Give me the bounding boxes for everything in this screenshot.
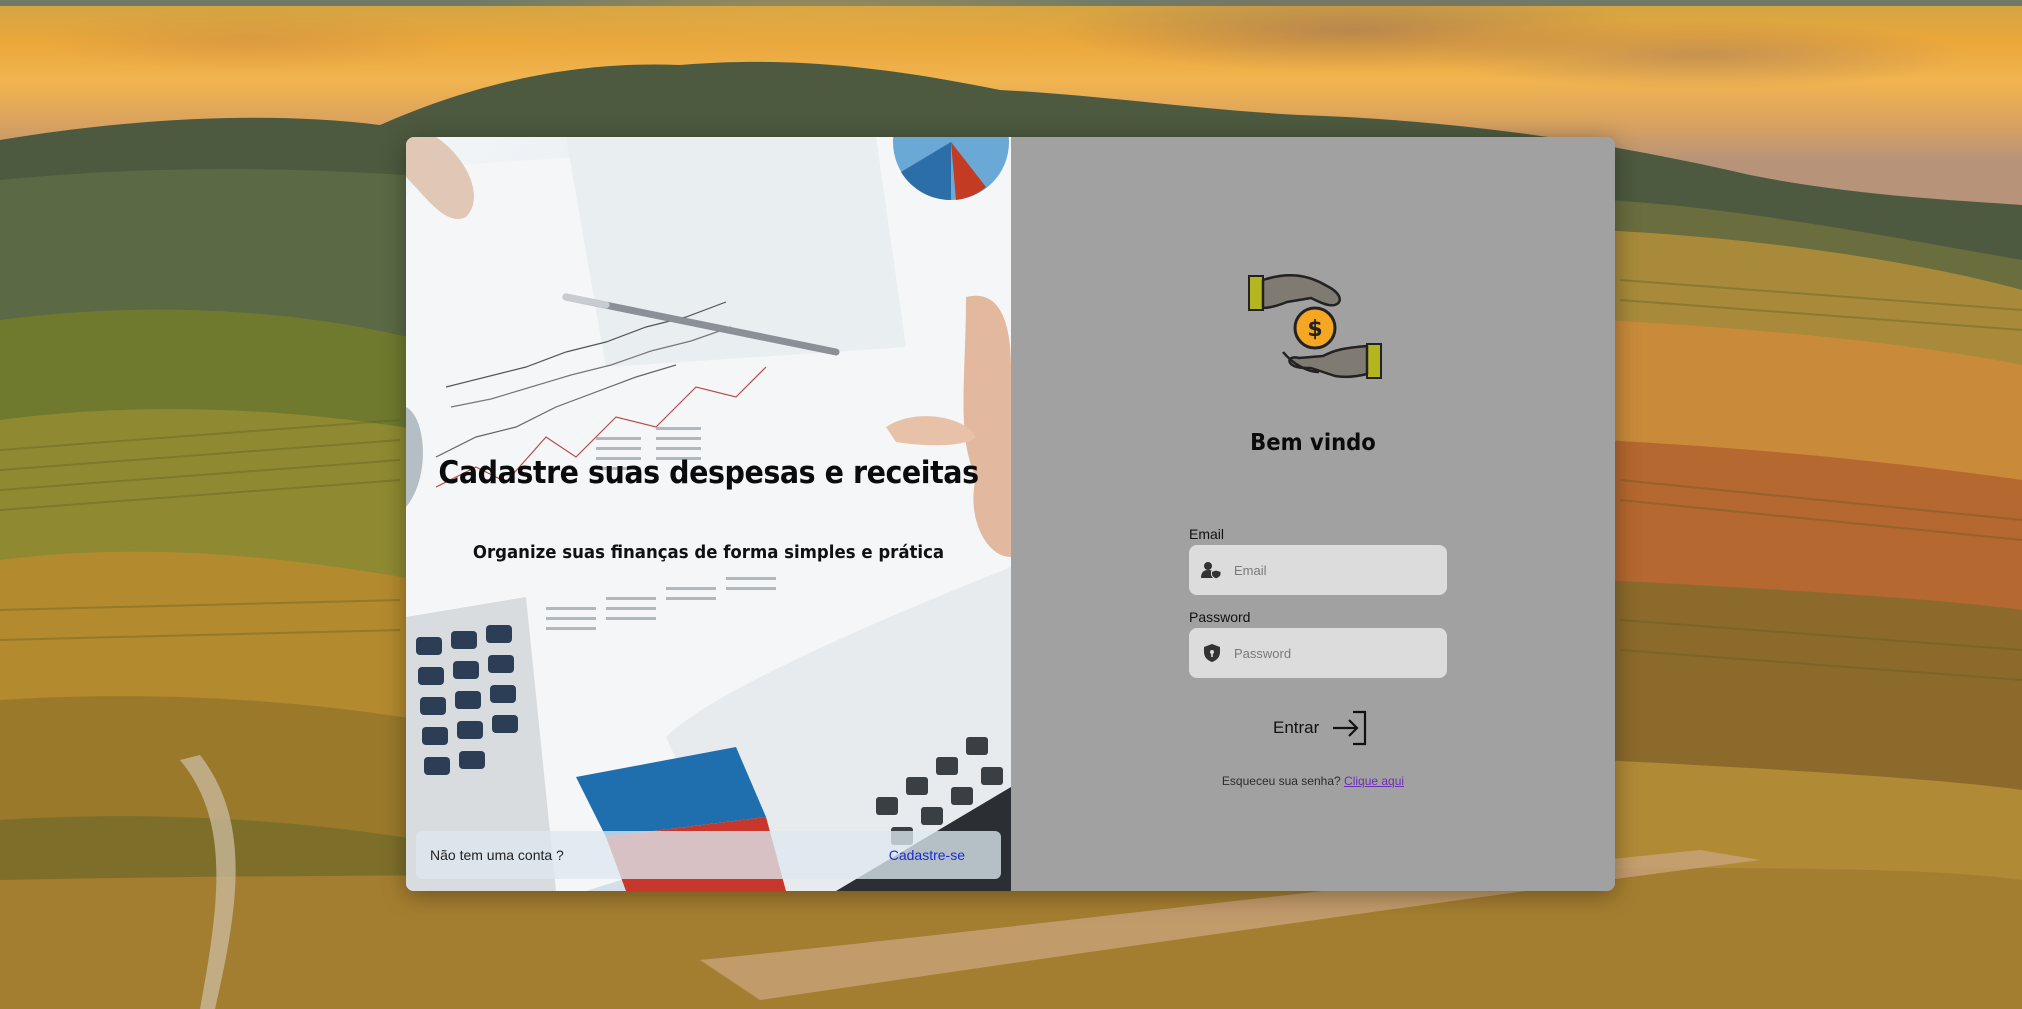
hero-panel: Cadastre suas despesas e receitas Organi… xyxy=(406,137,1011,891)
email-label: Email xyxy=(1189,526,1225,542)
password-label: Password xyxy=(1189,609,1251,625)
password-field[interactable] xyxy=(1189,628,1447,678)
hero-subtitle: Organize suas finanças de forma simples … xyxy=(472,542,945,563)
sign-in-arrow-icon xyxy=(1331,710,1369,746)
hands-coin-icon: $ xyxy=(1247,272,1383,382)
login-panel: $ Bem vindo Email Password xyxy=(1011,137,1615,891)
hero-title: Cadastre suas despesas e receitas xyxy=(438,455,979,491)
forgot-password-row: Esqueceu sua senha? Clique aqui xyxy=(1011,774,1615,788)
login-card: Cadastre suas despesas e receitas Organi… xyxy=(406,137,1615,891)
signup-question: Não tem uma conta ? xyxy=(430,847,564,863)
forgot-password-link[interactable]: Clique aqui xyxy=(1344,774,1404,788)
svg-text:$: $ xyxy=(1307,317,1322,342)
forgot-password-text: Esqueceu sua senha? xyxy=(1221,774,1341,788)
finance-photo xyxy=(406,137,1011,891)
email-field[interactable] xyxy=(1189,545,1447,595)
user-shield-icon xyxy=(1201,559,1223,581)
shield-icon xyxy=(1201,642,1223,664)
enter-button-label: Entrar xyxy=(1273,718,1320,737)
enter-button[interactable]: Entrar xyxy=(1259,708,1379,748)
password-input[interactable] xyxy=(1232,644,1436,662)
welcome-heading: Bem vindo xyxy=(1250,430,1376,456)
email-input[interactable] xyxy=(1232,561,1436,579)
signup-bar: Não tem uma conta ? Cadastre-se xyxy=(416,831,1001,879)
signup-link[interactable]: Cadastre-se xyxy=(889,847,965,863)
